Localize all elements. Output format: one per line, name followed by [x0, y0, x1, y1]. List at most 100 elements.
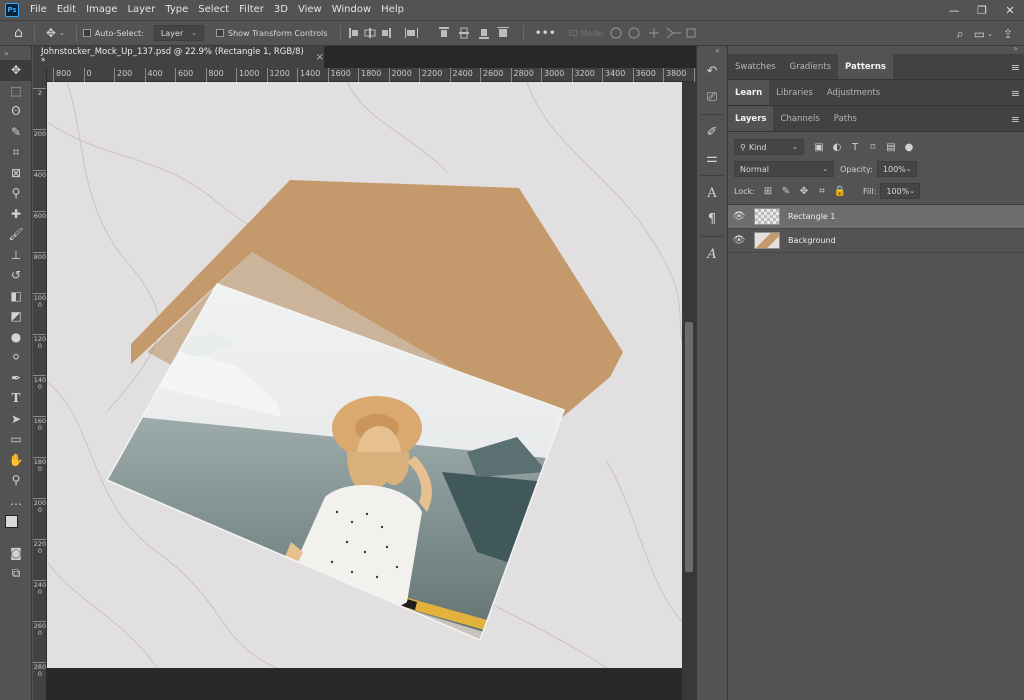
collapse-arrows-icon[interactable]: »	[0, 46, 31, 60]
layer-row-background[interactable]: 👁 Background	[728, 229, 1024, 253]
brush-tool-icon[interactable]: 🖌	[0, 224, 32, 245]
quick-select-tool-icon[interactable]: ✎	[0, 122, 32, 143]
checkbox-box[interactable]	[216, 29, 224, 37]
smart-object-filter-icon[interactable]: ▤	[882, 142, 900, 153]
lock-all-icon[interactable]: 🔒	[831, 186, 849, 197]
workspace-icon[interactable]: ▭ ⌄	[969, 27, 998, 41]
foreground-color-swatch[interactable]	[5, 515, 18, 528]
align-buttons[interactable]	[347, 26, 517, 40]
fill-field[interactable]: 100% ⌄	[880, 183, 921, 199]
color-swatches[interactable]	[0, 511, 31, 543]
tab-libraries[interactable]: Libraries	[769, 80, 820, 105]
minimize-button[interactable]: —	[940, 0, 968, 20]
menu-3d[interactable]: 3D	[269, 0, 293, 20]
paragraph-panel-icon[interactable]: ¶	[697, 206, 727, 232]
lasso-tool-icon[interactable]: ʘ	[0, 101, 32, 122]
close-icon[interactable]: ×	[316, 52, 324, 63]
glyphs-panel-icon[interactable]: A	[697, 241, 727, 267]
tab-learn[interactable]: Learn	[728, 80, 770, 105]
panel-menu-icon[interactable]: ≡	[1011, 106, 1020, 132]
clone-stamp-tool-icon[interactable]: ⊥	[0, 245, 32, 266]
history-brush-tool-icon[interactable]: ↺	[0, 265, 32, 286]
move-tool-icon[interactable]: ✥ ⌄	[41, 26, 70, 40]
layer-kind-filter[interactable]: ⚲ Kind ⌄	[734, 139, 804, 155]
menu-layer[interactable]: Layer	[122, 0, 160, 20]
tab-swatches[interactable]: Swatches	[728, 54, 783, 79]
brushes-panel-icon[interactable]: ✐	[697, 119, 727, 145]
rectangle-tool-icon[interactable]: ▭	[0, 429, 32, 450]
blend-mode-dropdown[interactable]: Normal ⌄	[734, 161, 834, 177]
tab-layers[interactable]: Layers	[728, 106, 774, 131]
vertical-scrollbar[interactable]	[682, 82, 696, 700]
collapse-arrows-icon[interactable]: «	[697, 46, 727, 58]
document-tab[interactable]: Johnstocker_Mock_Up_137.psd @ 22.9% (Rec…	[33, 46, 325, 68]
menu-edit[interactable]: Edit	[52, 0, 81, 20]
menu-type[interactable]: Type	[160, 0, 193, 20]
menu-window[interactable]: Window	[327, 0, 376, 20]
tab-adjustments[interactable]: Adjustments	[820, 80, 887, 105]
home-icon[interactable]: ⌂	[0, 25, 28, 41]
collapse-arrows-icon[interactable]: »	[1013, 44, 1018, 53]
edit-toolbar-icon[interactable]: …	[0, 491, 32, 512]
type-filter-icon[interactable]: T	[846, 142, 864, 153]
move-tool-icon[interactable]: ✥	[0, 60, 32, 81]
crop-tool-icon[interactable]: ⌗	[0, 142, 32, 163]
tab-channels[interactable]: Channels	[773, 106, 826, 131]
quick-mask-icon[interactable]: ◙	[0, 543, 32, 564]
show-transform-controls-checkbox[interactable]: Show Transform Controls	[216, 29, 328, 38]
healing-brush-tool-icon[interactable]: ✚	[0, 204, 32, 225]
shape-filter-icon[interactable]: ⌑	[864, 142, 882, 153]
character-panel-icon[interactable]: A	[697, 180, 727, 206]
layer-row-rectangle-1[interactable]: 👁 Rectangle 1	[728, 205, 1024, 229]
menu-view[interactable]: View	[293, 0, 327, 20]
opacity-field[interactable]: 100% ⌄	[876, 161, 917, 177]
zoom-tool-icon[interactable]: ⚲	[0, 470, 32, 491]
search-icon[interactable]: ⌕	[951, 27, 968, 42]
tab-paths[interactable]: Paths	[827, 106, 864, 131]
menu-select[interactable]: Select	[193, 0, 234, 20]
menu-filter[interactable]: Filter	[234, 0, 269, 20]
canvas-artwork[interactable]	[47, 82, 682, 700]
checkbox-box[interactable]	[82, 29, 91, 37]
path-selection-tool-icon[interactable]: ➤	[0, 409, 32, 430]
image-filter-icon[interactable]: ▣	[810, 142, 828, 153]
eye-icon[interactable]: 👁	[728, 235, 750, 246]
dodge-tool-icon[interactable]: ⚪	[0, 347, 32, 368]
marquee-tool-icon[interactable]: ⬚	[0, 81, 32, 102]
lock-position-icon[interactable]: ✥	[795, 186, 813, 197]
lock-pixels-icon[interactable]: ✎	[777, 186, 795, 197]
tab-patterns[interactable]: Patterns	[838, 54, 893, 79]
lock-transparent-icon[interactable]: ⊞	[759, 186, 777, 197]
auto-select-dropdown[interactable]: Layer ⌄	[153, 25, 204, 41]
type-tool-icon[interactable]: T	[0, 388, 32, 409]
blur-tool-icon[interactable]: ●	[0, 327, 32, 348]
pen-tool-icon[interactable]: ✒	[0, 368, 32, 389]
auto-select-checkbox[interactable]: Auto-Select:	[82, 29, 144, 38]
eyedropper-tool-icon[interactable]: ⚲	[0, 183, 32, 204]
more-options-icon[interactable]: •••	[530, 26, 561, 40]
scrollbar-thumb[interactable]	[685, 322, 693, 572]
lock-artboard-icon[interactable]: ⌗	[813, 186, 831, 197]
filter-toggle-icon[interactable]: ●	[900, 142, 918, 153]
screen-mode-icon[interactable]: ⧉	[0, 564, 32, 585]
share-icon[interactable]: ⇪	[998, 27, 1018, 41]
hand-tool-icon[interactable]: ✋	[0, 450, 32, 471]
eye-icon[interactable]: 👁	[728, 211, 750, 222]
menu-file[interactable]: File	[25, 0, 52, 20]
3d-panel-icon[interactable]: ⎚	[697, 84, 727, 110]
frame-tool-icon[interactable]: ⊠	[0, 163, 32, 184]
menu-help[interactable]: Help	[376, 0, 409, 20]
panel-menu-icon[interactable]: ≡	[1011, 54, 1020, 80]
paint-bucket-tool-icon[interactable]: ◩	[0, 306, 32, 327]
canvas[interactable]	[47, 82, 682, 700]
3d-mode-icons[interactable]	[609, 26, 699, 40]
adjustment-filter-icon[interactable]: ◐	[828, 142, 846, 153]
restore-button[interactable]: ❐	[968, 0, 996, 20]
adjust-panel-icon[interactable]: ⚌	[697, 145, 727, 171]
panel-menu-icon[interactable]: ≡	[1011, 80, 1020, 106]
eraser-tool-icon[interactable]: ◧	[0, 286, 32, 307]
close-button[interactable]: ✕	[996, 0, 1024, 20]
tab-gradients[interactable]: Gradients	[783, 54, 838, 79]
history-panel-icon[interactable]: ↶	[697, 58, 727, 84]
menu-image[interactable]: Image	[81, 0, 122, 20]
